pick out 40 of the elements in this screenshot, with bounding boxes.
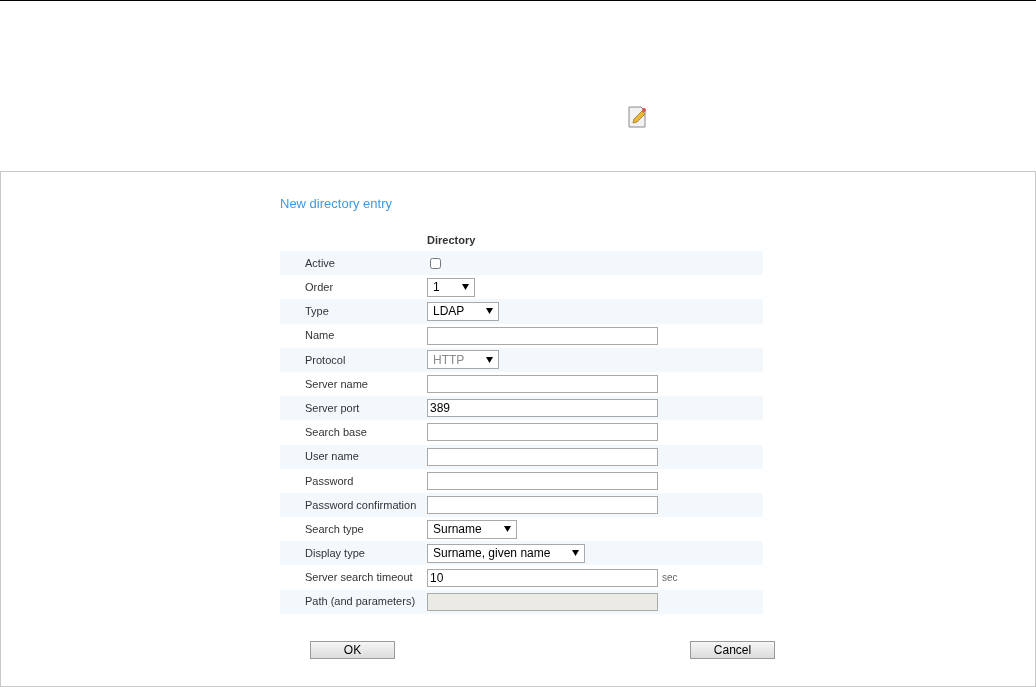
field-label: Server name [304, 376, 369, 392]
form-title: New directory entry [280, 196, 393, 212]
field-label: User name [304, 449, 360, 465]
caret-icon [461, 284, 469, 291]
caret-icon [503, 526, 511, 533]
dropdown[interactable]: 1 [427, 277, 475, 297]
dialog-button[interactable]: OK [310, 640, 395, 659]
unit-label: sec [662, 571, 678, 586]
input-field[interactable] [427, 495, 658, 514]
field-label: Server port [304, 400, 361, 416]
field-label: Password [304, 473, 355, 489]
field-label: Search base [304, 425, 368, 441]
input-field[interactable] [427, 326, 658, 345]
column-heading: Directory [427, 232, 476, 248]
active-checkbox[interactable] [430, 257, 441, 269]
field-label: Password confirmation [304, 497, 418, 513]
field-label: Server search timeout [304, 570, 414, 586]
dropdown[interactable]: LDAP [427, 301, 500, 321]
field-label: Name [304, 328, 336, 344]
caret-icon [486, 308, 494, 315]
field-label: Active [304, 255, 336, 271]
input-field[interactable] [427, 592, 658, 611]
input-field[interactable]: 389 [427, 399, 658, 418]
field-label: Display type [304, 546, 366, 562]
field-label: Path (and parameters) [304, 594, 417, 610]
dropdown[interactable]: Surname [427, 519, 517, 539]
field-label: Type [304, 304, 330, 320]
input-field[interactable] [427, 447, 658, 466]
input-field[interactable] [427, 423, 658, 442]
input-field[interactable] [427, 471, 658, 490]
field-label: Search type [304, 521, 365, 537]
field-label: Order [304, 280, 335, 296]
input-field[interactable] [427, 375, 658, 394]
field-label: Protocol [304, 352, 347, 368]
caret-icon [572, 550, 580, 557]
dropdown[interactable]: Surname, given name [427, 543, 586, 563]
caret-icon [486, 356, 494, 363]
dialog-button[interactable]: Cancel [690, 640, 775, 659]
input-field[interactable]: 10 [427, 568, 658, 587]
edit-document-icon[interactable] [627, 106, 647, 128]
